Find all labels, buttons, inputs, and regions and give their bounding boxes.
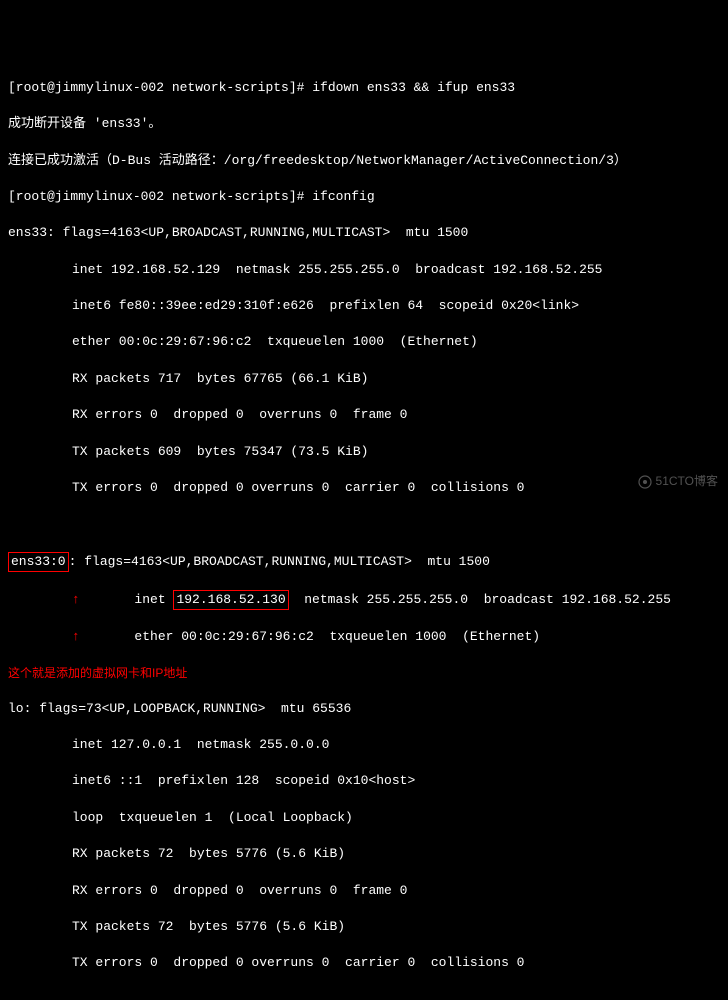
lo-inet: inet 127.0.0.1 netmask 255.0.0.0 <box>8 736 720 754</box>
ens33-ether: ether 00:0c:29:67:96:c2 txqueuelen 1000 … <box>8 333 720 351</box>
shell-prompt: [root@jimmylinux-002 network-scripts]# <box>8 80 312 95</box>
ens33-header: ens33: flags=4163<UP,BROADCAST,RUNNING,M… <box>8 224 720 242</box>
inet-label: inet <box>134 592 173 607</box>
blank-line <box>8 515 720 533</box>
ens33-0-inet: ↑ inet 192.168.52.130 netmask 255.255.25… <box>8 590 720 610</box>
inet-rest: netmask 255.255.255.0 broadcast 192.168.… <box>289 592 671 607</box>
watermark: 51CTO博客 <box>631 456 718 490</box>
lo-rx-errors: RX errors 0 dropped 0 overruns 0 frame 0 <box>8 882 720 900</box>
ens33-inet6: inet6 fe80::39ee:ed29:310f:e626 prefixle… <box>8 297 720 315</box>
shell-prompt: [root@jimmylinux-002 network-scripts]# <box>8 189 312 204</box>
lo-rx-packets: RX packets 72 bytes 5776 (5.6 KiB) <box>8 845 720 863</box>
ether-line: ether 00:0c:29:67:96:c2 txqueuelen 1000 … <box>134 629 540 644</box>
arrow-up-icon: ↑ <box>72 592 80 607</box>
ens33-0-header: ens33:0: flags=4163<UP,BROADCAST,RUNNING… <box>8 552 720 572</box>
command-text: ifconfig <box>312 189 374 204</box>
output-activate: 连接已成功激活（D-Bus 活动路径：/org/freedesktop/Netw… <box>8 152 720 170</box>
ens33-inet: inet 192.168.52.129 netmask 255.255.255.… <box>8 261 720 279</box>
ens33-rx-errors: RX errors 0 dropped 0 overruns 0 frame 0 <box>8 406 720 424</box>
lo-tx-packets: TX packets 72 bytes 5776 (5.6 KiB) <box>8 918 720 936</box>
lo-loop: loop txqueuelen 1 (Local Loopback) <box>8 809 720 827</box>
ens33-tx-errors: TX errors 0 dropped 0 overruns 0 carrier… <box>8 479 720 497</box>
output-disconnect: 成功断开设备 'ens33'。 <box>8 115 720 133</box>
watermark-text: 51CTO博客 <box>656 474 718 488</box>
ens33-0-ether: ↑ ether 00:0c:29:67:96:c2 txqueuelen 100… <box>8 628 720 646</box>
prompt-line-1: [root@jimmylinux-002 network-scripts]# i… <box>8 79 720 97</box>
ens33-0-flags: : flags=4163<UP,BROADCAST,RUNNING,MULTIC… <box>69 554 490 569</box>
interface-name-highlight: ens33:0 <box>8 552 69 572</box>
lo-tx-errors: TX errors 0 dropped 0 overruns 0 carrier… <box>8 954 720 972</box>
ip-highlight: 192.168.52.130 <box>173 590 288 610</box>
prompt-line-2: [root@jimmylinux-002 network-scripts]# i… <box>8 188 720 206</box>
annotation-text: 这个就是添加的虚拟网卡和IP地址 <box>8 665 720 682</box>
lo-header: lo: flags=73<UP,LOOPBACK,RUNNING> mtu 65… <box>8 700 720 718</box>
ens33-tx-packets: TX packets 609 bytes 75347 (73.5 KiB) <box>8 443 720 461</box>
arrow-up-icon: ↑ <box>72 629 80 644</box>
command-text: ifdown ens33 && ifup ens33 <box>312 80 515 95</box>
logo-icon <box>638 475 652 489</box>
lo-inet6: inet6 ::1 prefixlen 128 scopeid 0x10<hos… <box>8 772 720 790</box>
ens33-rx-packets: RX packets 717 bytes 67765 (66.1 KiB) <box>8 370 720 388</box>
